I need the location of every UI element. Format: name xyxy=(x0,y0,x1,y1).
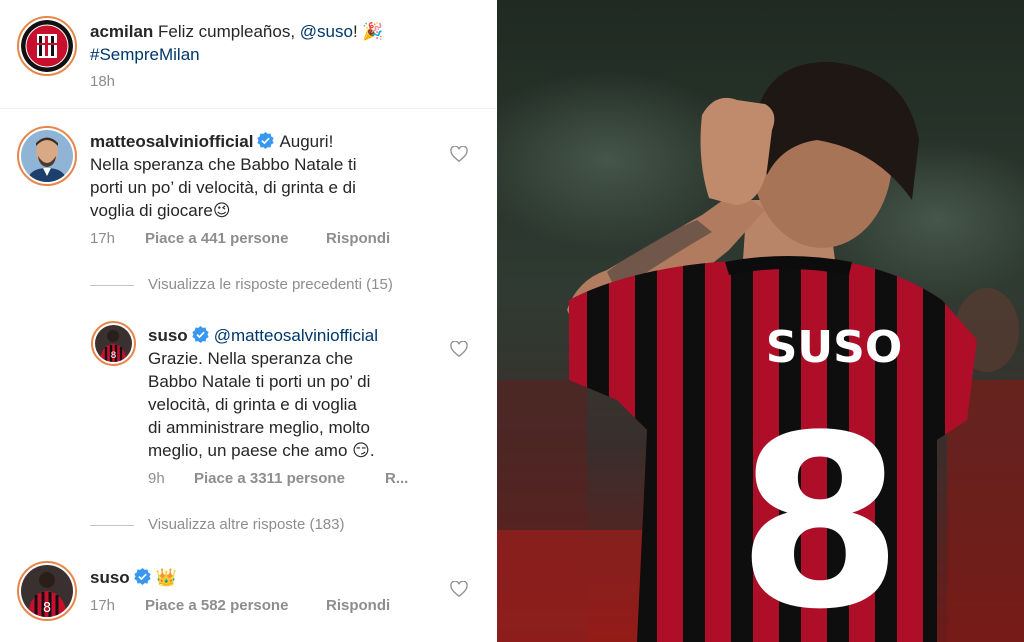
comments-pane: acmilan Feliz cumpleaños, @suso! 🎉 #Semp… xyxy=(0,0,496,642)
like-heart-icon[interactable] xyxy=(450,341,468,357)
comment-first-line: Auguri! xyxy=(279,132,334,151)
reply-line: Babbo Natale ti porti un po’ di xyxy=(148,372,371,391)
view-previous-replies[interactable]: Visualizza le risposte precedenti (15) xyxy=(148,276,393,293)
avatar-suso[interactable]: 8 xyxy=(17,561,77,621)
jersey-number: 8 xyxy=(737,385,903,642)
replies-line xyxy=(90,525,134,526)
jersey-name: SUSO xyxy=(766,322,903,373)
post-time: 18h xyxy=(90,73,116,90)
comment-line: Nella speranza che Babbo Natale ti xyxy=(90,155,357,174)
reply-reply-button[interactable]: R... xyxy=(385,470,408,487)
avatar-suso[interactable]: 8 xyxy=(91,321,136,366)
comment-body: matteosalviniofficial Auguri! Nella spera… xyxy=(90,130,450,222)
verified-badge-icon xyxy=(134,568,151,585)
comment-line: porti un po’ di velocità, di grinta e di xyxy=(90,178,356,197)
reply-mention[interactable]: @matteosalviniofficial xyxy=(214,326,378,345)
comment-reply-button[interactable]: Rispondi xyxy=(326,230,390,247)
caption-mention[interactable]: @suso xyxy=(300,22,353,41)
reply-line: meglio, un paese che amo 😏. xyxy=(148,441,375,460)
avatar-photo-icon xyxy=(21,130,73,182)
reply-body: suso @matteosalviniofficial Grazie. Nella… xyxy=(148,324,448,462)
reply-line: velocità, di grinta e di voglia xyxy=(148,395,357,414)
avatar-matteosalviniofficial[interactable] xyxy=(17,126,77,186)
post-photo: SUSO 8 xyxy=(497,0,1024,642)
avatar-photo-icon: 8 xyxy=(95,325,132,362)
caption-hashtag[interactable]: #SempreMilan xyxy=(90,45,200,64)
view-more-replies[interactable]: Visualizza altre risposte (183) xyxy=(148,516,344,533)
caption-end: ! 🎉 xyxy=(352,22,384,41)
reply-time: 9h xyxy=(148,470,165,487)
comment3-reply-button[interactable]: Rispondi xyxy=(326,597,390,614)
svg-text:8: 8 xyxy=(111,351,117,361)
crown-emoji: 👑 xyxy=(155,568,177,587)
comment3-username[interactable]: suso xyxy=(90,568,130,587)
post-username[interactable]: acmilan xyxy=(90,22,153,41)
comment-likes[interactable]: Piace a 441 persone xyxy=(145,230,288,247)
like-heart-icon[interactable] xyxy=(450,146,468,162)
comment3-likes[interactable]: Piace a 582 persone xyxy=(145,597,288,614)
like-heart-icon[interactable] xyxy=(450,581,468,597)
reply-username[interactable]: suso xyxy=(148,326,188,345)
reply-line: Grazie. Nella speranza che xyxy=(148,349,354,368)
verified-badge-icon xyxy=(192,326,209,343)
reply-likes[interactable]: Piace a 3311 persone xyxy=(194,470,345,487)
reply-line: di amministrare meglio, molto xyxy=(148,418,371,437)
comment3-time: 17h xyxy=(90,597,116,614)
svg-text:8: 8 xyxy=(43,601,51,616)
comment-username[interactable]: matteosalviniofficial xyxy=(90,132,253,151)
verified-badge-icon xyxy=(257,132,275,149)
avatar-photo-icon: 8 xyxy=(21,565,73,617)
avatar-acmilan[interactable] xyxy=(17,16,77,76)
comment-line: voglia di giocare😉 xyxy=(90,201,231,220)
comment3-body: suso 👑 xyxy=(90,566,450,589)
post-caption: acmilan Feliz cumpleaños, @suso! 🎉 #Semp… xyxy=(90,20,480,66)
replies-line xyxy=(90,285,134,286)
caption-divider xyxy=(0,108,496,109)
acmilan-crest-icon xyxy=(21,20,73,72)
player-photo: SUSO 8 xyxy=(497,0,1024,642)
comment-time: 17h xyxy=(90,230,116,247)
caption-text: Feliz cumpleaños, xyxy=(158,22,300,41)
